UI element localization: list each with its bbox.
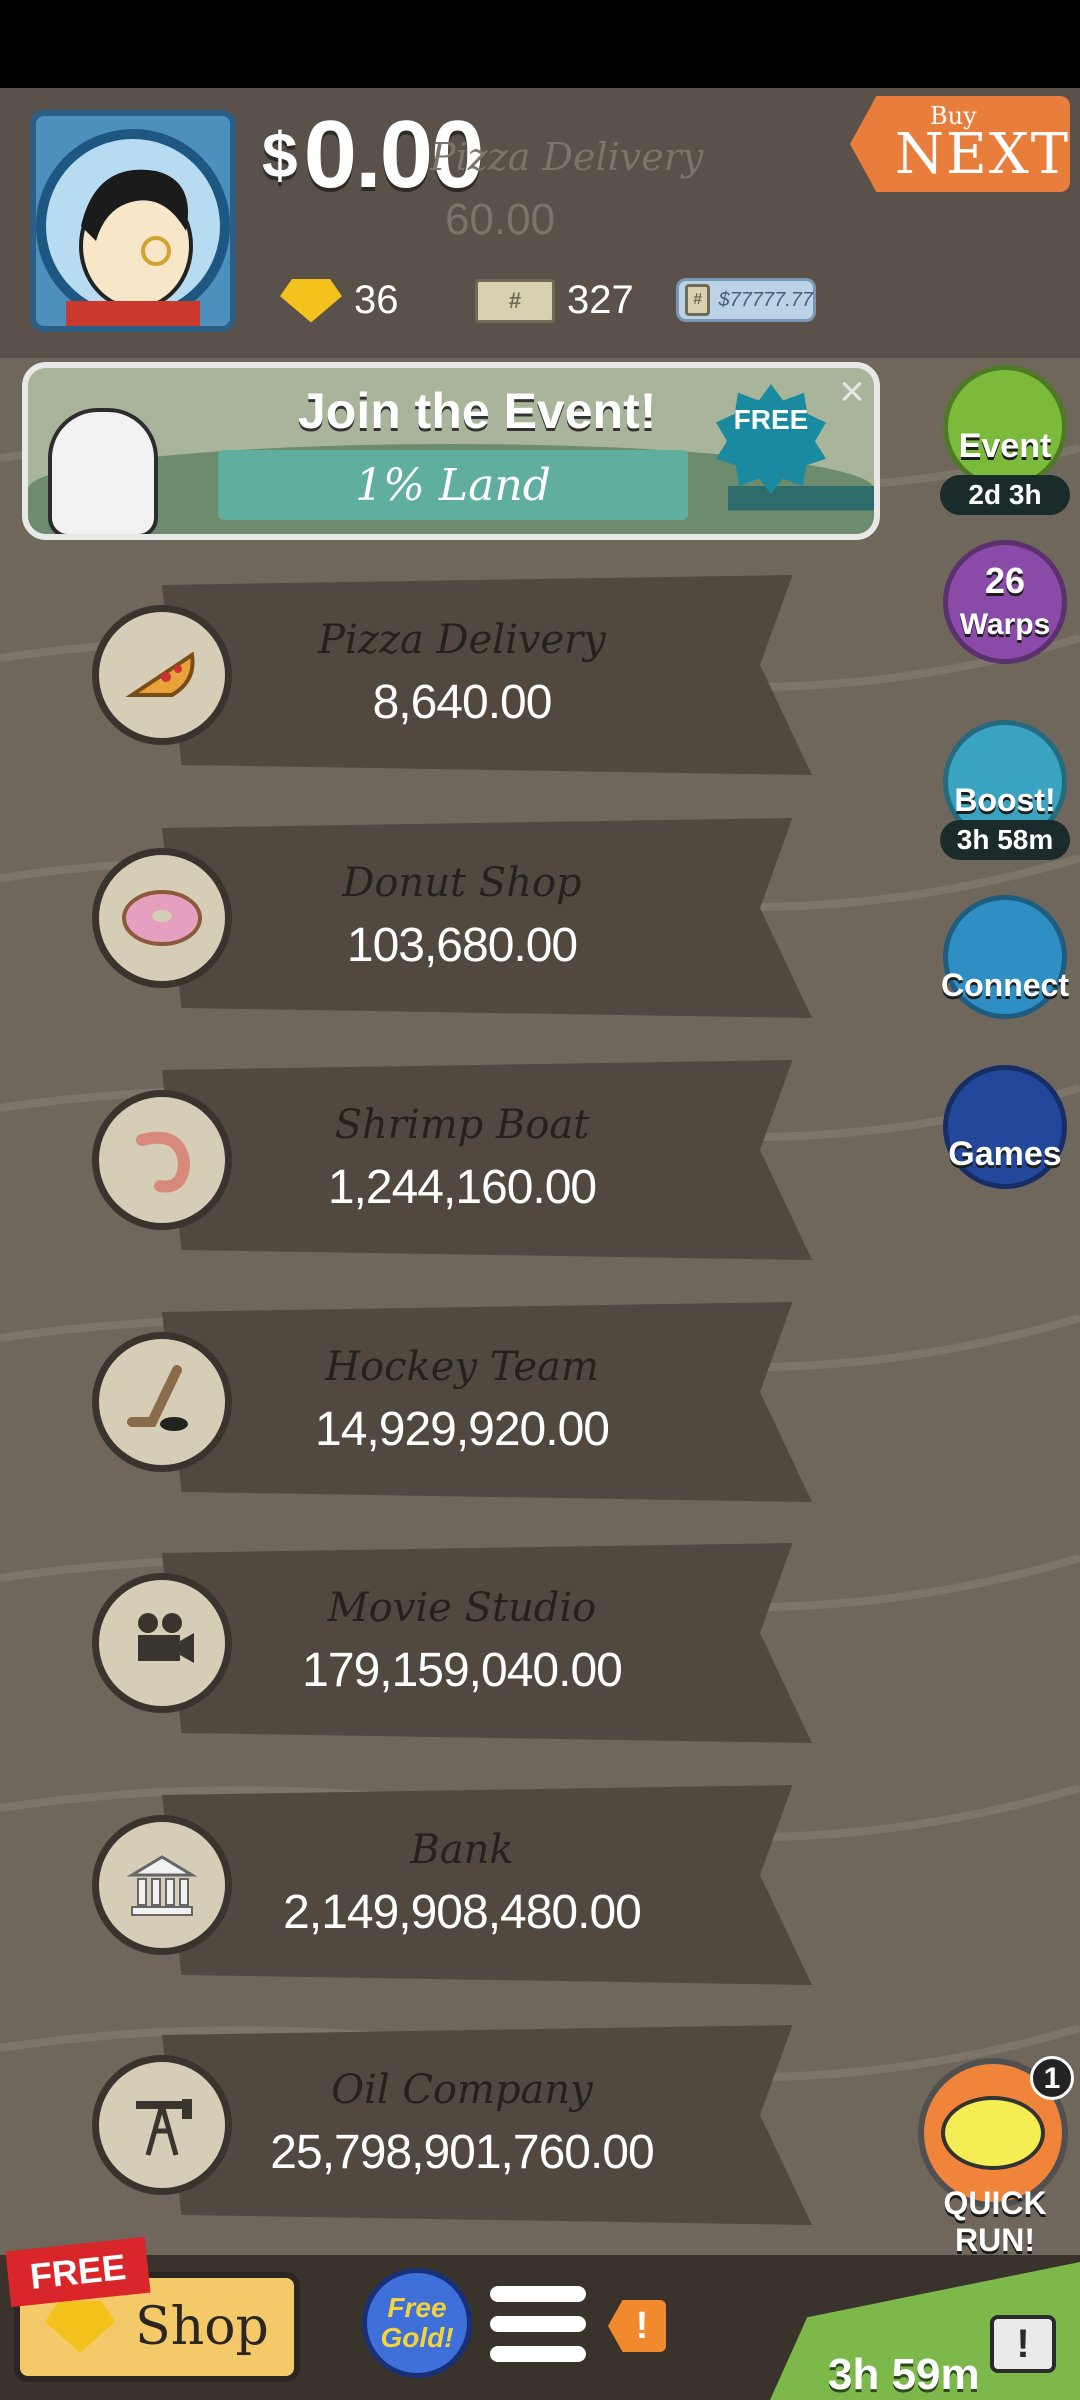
close-icon[interactable]: × xyxy=(828,368,876,416)
boost-button[interactable]: Boost! 3h 58m xyxy=(940,720,1070,860)
business-row-pizza-delivery[interactable]: Pizza Delivery 8,640.00 xyxy=(92,575,812,775)
business-value: 103,680.00 xyxy=(346,919,578,972)
next-label: NEXT xyxy=(895,122,1071,187)
business-name: Bank xyxy=(410,1827,514,1873)
business-row-bank[interactable]: Bank 2,149,908,480.00 xyxy=(92,1785,812,1985)
warps-button[interactable]: 26 Warps xyxy=(940,540,1070,664)
business-name: Oil Company xyxy=(331,2067,593,2113)
mascot-character-icon xyxy=(48,408,158,534)
games-button[interactable]: Games xyxy=(940,1065,1070,1189)
shrimp-icon[interactable] xyxy=(92,1090,232,1230)
land-progress-label: 1% Land xyxy=(355,459,551,511)
gold-gem-icon xyxy=(45,2301,116,2353)
business-value: 1,244,160.00 xyxy=(327,1161,597,1214)
boost-label: Boost! xyxy=(954,782,1056,818)
business-value: 8,640.00 xyxy=(372,676,553,729)
business-name: Hockey Team xyxy=(325,1344,599,1390)
business-row-movie-studio[interactable]: Movie Studio 179,159,040.00 xyxy=(92,1543,812,1743)
pizza-icon[interactable] xyxy=(92,605,232,745)
ghost-business-title: Pizza Delivery xyxy=(430,135,704,179)
free-gold-line1: Free xyxy=(387,2292,447,2323)
boost-timer: 3h 58m xyxy=(940,820,1070,860)
business-value: 2,149,908,480.00 xyxy=(283,1886,642,1939)
gold-counter[interactable]: 36 xyxy=(280,278,399,323)
hockey-icon[interactable] xyxy=(92,1332,232,1472)
business-name: Donut Shop xyxy=(342,860,582,906)
event-title: Join the Event! xyxy=(298,383,657,439)
player-avatar[interactable] xyxy=(30,110,236,332)
bottom-timer: 3h 59m xyxy=(828,2350,980,2399)
megabucks-counter[interactable]: # 327 xyxy=(475,278,634,323)
land-progress-bar: 1% Land xyxy=(218,450,688,520)
astronaut-face-icon xyxy=(36,129,230,326)
business-name: Movie Studio xyxy=(327,1585,597,1631)
free-badge-label: FREE xyxy=(733,404,809,435)
ticket-icon: # $77777.77 xyxy=(676,278,816,322)
warps-label: Warps xyxy=(959,608,1051,641)
buy-next-button[interactable]: Buy NEXT xyxy=(850,96,1070,192)
connect-button[interactable]: Connect xyxy=(940,895,1070,1019)
shop-label: Shop xyxy=(135,2297,269,2357)
status-bar xyxy=(0,0,1080,88)
gold-gem-icon xyxy=(280,278,342,323)
free-gold-line2: Gold! xyxy=(380,2322,454,2353)
film-camera-icon[interactable] xyxy=(92,1573,232,1713)
business-value: 179,159,040.00 xyxy=(302,1644,623,1697)
megabucks-bill-icon: # xyxy=(475,278,555,323)
lemon-icon xyxy=(941,2096,1045,2170)
warps-count: 26 xyxy=(984,560,1026,601)
business-value: 25,798,901,760.00 xyxy=(270,2126,654,2179)
business-row-shrimp-boat[interactable]: Shrimp Boat 1,244,160.00 xyxy=(92,1060,812,1260)
quick-run-label: QUICK RUN! xyxy=(943,2185,1047,2258)
donut-icon[interactable] xyxy=(92,848,232,988)
tv-icon[interactable]: ! xyxy=(990,2315,1056,2373)
event-button[interactable]: Event 2d 3h xyxy=(940,365,1070,515)
games-label: Games xyxy=(948,1135,1062,1173)
business-name: Pizza Delivery xyxy=(318,617,606,663)
connect-label: Connect xyxy=(941,967,1069,1003)
business-row-oil-company[interactable]: Oil Company 25,798,901,760.00 xyxy=(92,2025,812,2225)
megabucks-count: 327 xyxy=(567,278,634,322)
ghost-business-value: 60.00 xyxy=(445,195,556,244)
menu-icon[interactable] xyxy=(490,2286,586,2366)
ticket-bill-icon: # xyxy=(685,284,711,316)
business-value: 14,929,920.00 xyxy=(315,1403,610,1456)
bank-icon[interactable] xyxy=(92,1815,232,1955)
event-label: Event xyxy=(958,427,1052,465)
free-gold-button[interactable]: Free Gold! xyxy=(362,2268,472,2378)
quick-run-badge: 1 xyxy=(1030,2056,1074,2100)
business-name: Shrimp Boat xyxy=(334,1102,590,1148)
business-row-hockey-team[interactable]: Hockey Team 14,929,920.00 xyxy=(92,1302,812,1502)
gold-count: 36 xyxy=(354,278,399,322)
ticket-counter[interactable]: # $77777.77 xyxy=(676,278,816,322)
ticket-value: $77777.77 xyxy=(718,288,813,311)
warps-icon xyxy=(943,540,1067,664)
oil-rig-icon[interactable] xyxy=(92,2055,232,2195)
business-row-donut-shop[interactable]: Donut Shop 103,680.00 xyxy=(92,818,812,1018)
event-banner[interactable]: Join the Event! 1% Land FREE xyxy=(22,362,880,540)
event-timer: 2d 3h xyxy=(940,475,1070,515)
